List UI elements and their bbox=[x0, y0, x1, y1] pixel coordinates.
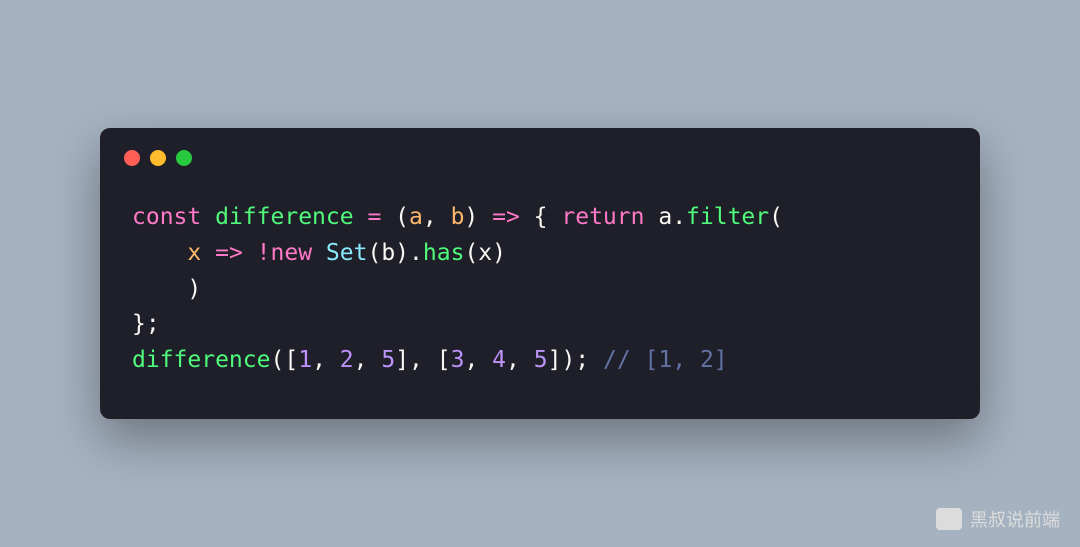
bracket: ] bbox=[548, 347, 562, 373]
space bbox=[644, 204, 658, 230]
watermark-text: 黑叔说前端 bbox=[970, 506, 1060, 532]
function-call: difference bbox=[132, 347, 270, 373]
paren: ( bbox=[270, 347, 284, 373]
brace: { bbox=[534, 204, 562, 230]
var-a: a bbox=[658, 204, 672, 230]
comma: , bbox=[423, 204, 451, 230]
bracket: [ bbox=[437, 347, 451, 373]
param-b: b bbox=[451, 204, 465, 230]
operator: = bbox=[354, 204, 396, 230]
close-icon bbox=[124, 150, 140, 166]
indent bbox=[132, 276, 187, 302]
number: 1 bbox=[298, 347, 312, 373]
code-block: const difference = (a, b) => { return a.… bbox=[100, 176, 980, 386]
number: 5 bbox=[534, 347, 548, 373]
number: 2 bbox=[340, 347, 354, 373]
keyword-return: return bbox=[561, 204, 644, 230]
paren: ( bbox=[464, 240, 478, 266]
var-x: x bbox=[478, 240, 492, 266]
minimize-icon bbox=[150, 150, 166, 166]
comment: // [1, 2] bbox=[603, 347, 728, 373]
paren: ( bbox=[395, 204, 409, 230]
number: 4 bbox=[492, 347, 506, 373]
param-x: x bbox=[187, 240, 201, 266]
arrow: => bbox=[478, 204, 533, 230]
bracket: ] bbox=[395, 347, 409, 373]
code-window: const difference = (a, b) => { return a.… bbox=[100, 128, 980, 418]
number: 3 bbox=[451, 347, 465, 373]
wechat-icon bbox=[936, 508, 962, 530]
method-filter: filter bbox=[686, 204, 769, 230]
space bbox=[312, 240, 326, 266]
dot: . bbox=[672, 204, 686, 230]
keyword-new: new bbox=[271, 240, 313, 266]
comma: , bbox=[506, 347, 534, 373]
comma: , bbox=[409, 347, 437, 373]
bang: ! bbox=[257, 240, 271, 266]
class-set: Set bbox=[326, 240, 368, 266]
paren: ) bbox=[464, 204, 478, 230]
paren: ); bbox=[561, 347, 589, 373]
paren: ) bbox=[187, 276, 201, 302]
paren: ( bbox=[367, 240, 381, 266]
maximize-icon bbox=[176, 150, 192, 166]
comma: , bbox=[354, 347, 382, 373]
paren: ( bbox=[769, 204, 783, 230]
number: 5 bbox=[381, 347, 395, 373]
brace-close: }; bbox=[132, 311, 160, 337]
function-name: difference bbox=[215, 204, 353, 230]
watermark: 黑叔说前端 bbox=[936, 506, 1060, 532]
bracket: [ bbox=[284, 347, 298, 373]
indent bbox=[132, 240, 187, 266]
method-has: has bbox=[423, 240, 465, 266]
space bbox=[589, 347, 603, 373]
var-b: b bbox=[381, 240, 395, 266]
keyword-const: const bbox=[132, 204, 201, 230]
comma: , bbox=[464, 347, 492, 373]
dot: . bbox=[409, 240, 423, 266]
comma: , bbox=[312, 347, 340, 373]
arrow: => bbox=[201, 240, 256, 266]
paren: ) bbox=[492, 240, 506, 266]
param-a: a bbox=[409, 204, 423, 230]
window-titlebar bbox=[100, 128, 980, 176]
paren: ) bbox=[395, 240, 409, 266]
